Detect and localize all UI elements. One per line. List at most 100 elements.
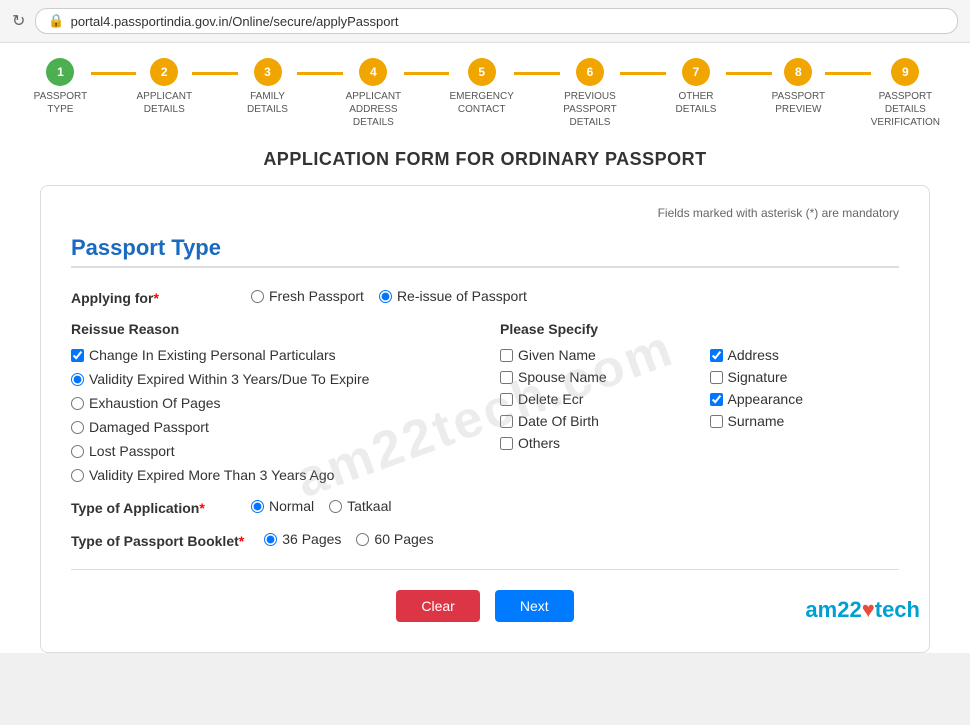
step-4[interactable]: 4 APPLICANTADDRESS DETAILS <box>343 58 404 129</box>
step-3[interactable]: 3 FAMILY DETAILS <box>238 58 298 116</box>
specify-checkbox-date-of-birth[interactable] <box>500 415 513 428</box>
step-label-4: APPLICANTADDRESS DETAILS <box>343 90 404 129</box>
specify-address[interactable]: Address <box>710 347 900 363</box>
connector-2-3 <box>192 72 238 75</box>
step-circle-1: 1 <box>46 58 74 86</box>
step-label-9: PASSPORT DETAILSVERIFICATION <box>871 90 940 129</box>
reissue-radio-validity3[interactable] <box>71 373 84 386</box>
step-circle-5: 5 <box>468 58 496 86</box>
fresh-passport-radio[interactable] <box>251 290 264 303</box>
reissue-radio-validity-more[interactable] <box>71 469 84 482</box>
connector-6-7 <box>620 72 666 75</box>
step-label-8: PASSPORTPREVIEW <box>772 90 826 116</box>
step-8[interactable]: 8 PASSPORTPREVIEW <box>772 58 826 116</box>
specify-given-name[interactable]: Given Name <box>500 347 690 363</box>
reissue-radio-exhaustion[interactable] <box>71 397 84 410</box>
form-inner: am22tech.com Fields marked with asterisk… <box>71 206 899 622</box>
section-divider <box>71 266 899 268</box>
reissue-section: Reissue Reason Change In Existing Person… <box>71 321 899 483</box>
step-label-2: APPLICANTDETAILS <box>136 90 192 116</box>
type-of-application-options: Normal Tatkaal <box>251 498 391 514</box>
step-9[interactable]: 9 PASSPORT DETAILSVERIFICATION <box>871 58 940 129</box>
specify-checkbox-others[interactable] <box>500 437 513 450</box>
normal-option[interactable]: Normal <box>251 498 314 514</box>
reissue-option-validity-more[interactable]: Validity Expired More Than 3 Years Ago <box>71 467 470 483</box>
reissue-checkbox-change[interactable] <box>71 349 84 362</box>
reissue-option-change[interactable]: Change In Existing Personal Particulars <box>71 347 470 363</box>
step-circle-6: 6 <box>576 58 604 86</box>
section-title: Passport Type <box>71 235 899 261</box>
type-of-application-label: Type of Application* <box>71 498 231 516</box>
connector-3-4 <box>297 72 343 75</box>
reissue-reason-title: Reissue Reason <box>71 321 470 337</box>
type-of-booklet-row: Type of Passport Booklet* 36 Pages 60 Pa… <box>71 531 899 549</box>
mandatory-note: Fields marked with asterisk (*) are mand… <box>71 206 899 220</box>
please-specify-panel: Please Specify Given Name Address <box>500 321 899 483</box>
clear-button[interactable]: Clear <box>396 590 479 622</box>
step-circle-3: 3 <box>254 58 282 86</box>
step-label-3: FAMILY DETAILS <box>238 90 298 116</box>
connector-7-8 <box>726 72 772 75</box>
specify-checkbox-delete-ecr[interactable] <box>500 393 513 406</box>
step-6[interactable]: 6 PREVIOUSPASSPORT DETAILS <box>560 58 621 129</box>
form-card: am22tech.com Fields marked with asterisk… <box>40 185 930 653</box>
step-1[interactable]: 1 PASSPORT TYPE <box>30 58 91 116</box>
step-5[interactable]: 5 EMERGENCYCONTACT <box>449 58 513 116</box>
reissue-radio-lost[interactable] <box>71 445 84 458</box>
specify-delete-ecr[interactable]: Delete Ecr <box>500 391 690 407</box>
60-pages-radio[interactable] <box>356 533 369 546</box>
form-card-wrapper: am22tech.com Fields marked with asterisk… <box>0 185 970 653</box>
specify-checkbox-appearance[interactable] <box>710 393 723 406</box>
url-text: portal4.passportindia.gov.in/Online/secu… <box>71 14 399 29</box>
specify-appearance[interactable]: Appearance <box>710 391 900 407</box>
reissue-option-exhaustion[interactable]: Exhaustion Of Pages <box>71 395 470 411</box>
specify-checkbox-signature[interactable] <box>710 371 723 384</box>
step-2[interactable]: 2 APPLICANTDETAILS <box>136 58 192 116</box>
reissue-option-validity3[interactable]: Validity Expired Within 3 Years/Due To E… <box>71 371 470 387</box>
next-button[interactable]: Next <box>495 590 574 622</box>
step-circle-4: 4 <box>359 58 387 86</box>
fresh-passport-option[interactable]: Fresh Passport <box>251 288 364 304</box>
specify-others[interactable]: Others <box>500 435 690 451</box>
applying-for-options: Fresh Passport Re-issue of Passport <box>251 288 527 304</box>
normal-radio[interactable] <box>251 500 264 513</box>
specify-checkbox-surname[interactable] <box>710 415 723 428</box>
reissue-passport-radio[interactable] <box>379 290 392 303</box>
specify-spouse-name[interactable]: Spouse Name <box>500 369 690 385</box>
heart-icon: ♥ <box>862 597 875 622</box>
applying-for-label: Applying for* <box>71 288 231 306</box>
specify-checkbox-given-name[interactable] <box>500 349 513 362</box>
specify-date-of-birth[interactable]: Date Of Birth <box>500 413 690 429</box>
reissue-option-damaged[interactable]: Damaged Passport <box>71 419 470 435</box>
specify-signature[interactable]: Signature <box>710 369 900 385</box>
step-label-6: PREVIOUSPASSPORT DETAILS <box>560 90 621 129</box>
step-circle-8: 8 <box>784 58 812 86</box>
type-of-application-row: Type of Application* Normal Tatkaal <box>71 498 899 516</box>
reissue-radio-damaged[interactable] <box>71 421 84 434</box>
specify-options-grid: Given Name Address Spouse Name <box>500 347 899 451</box>
reissue-reason-panel: Reissue Reason Change In Existing Person… <box>71 321 470 483</box>
step-7[interactable]: 7 OTHER DETAILS <box>666 58 726 116</box>
reissue-passport-option[interactable]: Re-issue of Passport <box>379 288 527 304</box>
applying-for-row: Applying for* Fresh Passport Re-issue of… <box>71 288 899 306</box>
60-pages-option[interactable]: 60 Pages <box>356 531 433 547</box>
type-of-booklet-label: Type of Passport Booklet* <box>71 531 244 549</box>
reissue-option-lost[interactable]: Lost Passport <box>71 443 470 459</box>
step-label-5: EMERGENCYCONTACT <box>449 90 513 116</box>
step-circle-7: 7 <box>682 58 710 86</box>
specify-checkbox-spouse-name[interactable] <box>500 371 513 384</box>
specify-checkbox-address[interactable] <box>710 349 723 362</box>
36-pages-radio[interactable] <box>264 533 277 546</box>
please-specify-title: Please Specify <box>500 321 899 337</box>
type-of-booklet-options: 36 Pages 60 Pages <box>264 531 433 547</box>
connector-5-6 <box>514 72 560 75</box>
tatkaal-radio[interactable] <box>329 500 342 513</box>
step-label-1: PASSPORT TYPE <box>30 90 91 116</box>
refresh-icon[interactable]: ↻ <box>12 11 25 31</box>
address-bar[interactable]: 🔒 portal4.passportindia.gov.in/Online/se… <box>35 8 958 34</box>
progress-bar: 1 PASSPORT TYPE 2 APPLICANTDETAILS 3 FAM… <box>0 43 970 139</box>
page-title: APPLICATION FORM FOR ORDINARY PASSPORT <box>0 139 970 185</box>
tatkaal-option[interactable]: Tatkaal <box>329 498 391 514</box>
specify-surname[interactable]: Surname <box>710 413 900 429</box>
36-pages-option[interactable]: 36 Pages <box>264 531 341 547</box>
